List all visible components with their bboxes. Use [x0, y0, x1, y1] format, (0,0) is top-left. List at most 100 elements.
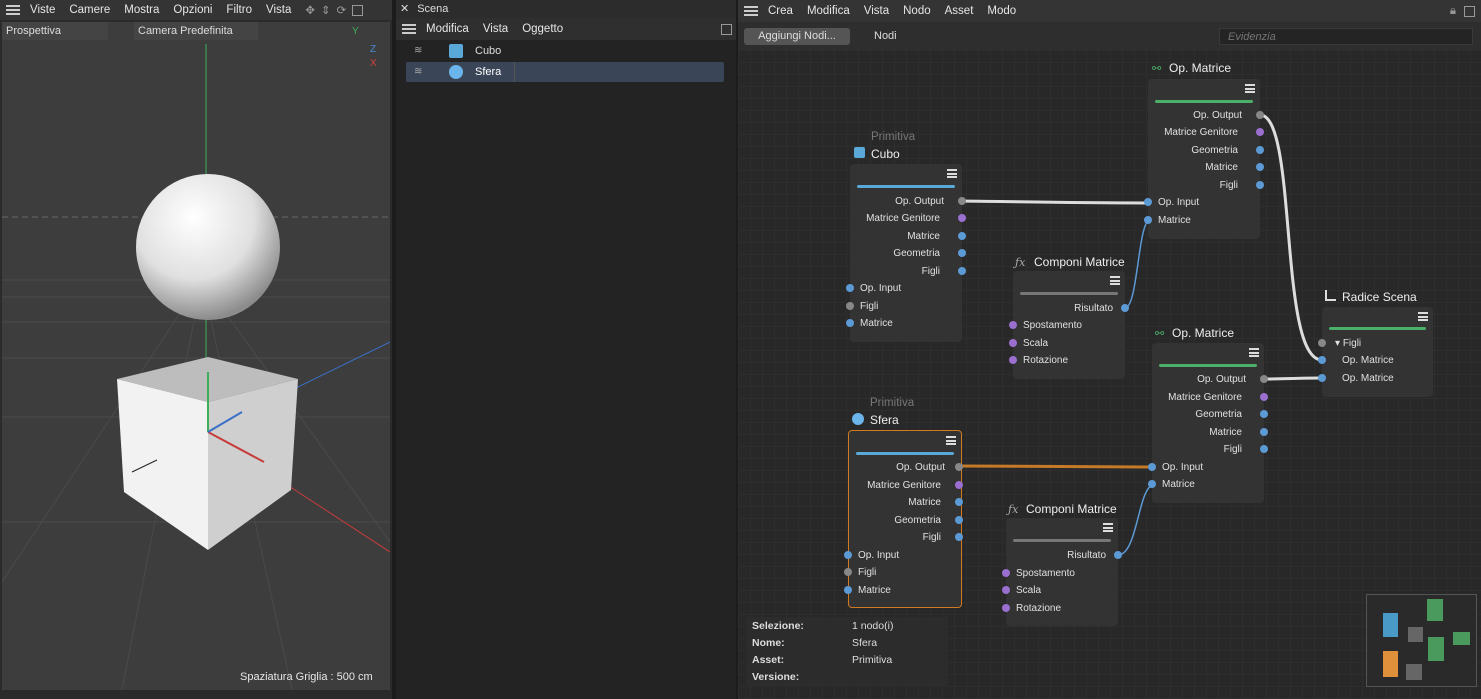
input-port[interactable]	[1148, 463, 1156, 471]
scene-panel: ✕ Scena Modifica Vista Oggetto ≋ Cubo ≋ S…	[396, 0, 736, 699]
output-port[interactable]	[1260, 428, 1268, 436]
minimap-node	[1427, 599, 1443, 621]
input-port[interactable]	[1144, 198, 1152, 206]
output-port[interactable]	[955, 481, 963, 489]
input-port[interactable]	[1318, 339, 1326, 347]
menu-vista[interactable]: Vista	[266, 4, 291, 16]
menu-viste[interactable]: Viste	[30, 4, 55, 16]
output-port[interactable]	[1260, 393, 1268, 401]
node-menu-icon[interactable]	[946, 436, 956, 445]
layer-icon: ≋	[414, 66, 423, 77]
maximize-view-icon[interactable]	[352, 4, 364, 16]
componi-matrice-node[interactable]: Risultato Spostamento Scala Rotazione	[1009, 271, 1129, 379]
scene-title: Scena	[417, 3, 449, 15]
node-menu-icon[interactable]	[1110, 276, 1120, 285]
node-title: Op. Matrice	[1169, 61, 1232, 75]
close-icon[interactable]: ✕	[400, 3, 409, 15]
input-port[interactable]	[1002, 586, 1010, 594]
input-port[interactable]	[846, 302, 854, 310]
output-port[interactable]	[958, 267, 966, 275]
port-label: Figli	[922, 532, 941, 543]
input-port[interactable]	[846, 319, 854, 327]
port-label: Scala	[1023, 338, 1049, 349]
scale-icon[interactable]: ⇕	[321, 3, 331, 17]
node-title: Radice Scena	[1342, 290, 1417, 304]
rotate-icon[interactable]: ⟳	[337, 3, 347, 17]
input-port[interactable]	[1009, 321, 1017, 329]
input-port[interactable]	[1144, 216, 1152, 224]
input-port[interactable]	[1148, 480, 1156, 488]
menu-vista[interactable]: Vista	[483, 23, 508, 35]
menu-camere[interactable]: Camere	[69, 4, 110, 16]
input-port[interactable]	[1009, 356, 1017, 364]
output-port[interactable]	[955, 463, 963, 471]
node-menu-icon[interactable]	[1245, 84, 1255, 93]
axis-z-label: Z	[370, 44, 377, 55]
output-port[interactable]	[1256, 163, 1264, 171]
sphere-icon	[852, 413, 864, 425]
output-port[interactable]	[958, 232, 966, 240]
function-icon: ƒx	[1008, 503, 1019, 516]
move-icon[interactable]: ✥	[305, 3, 315, 17]
port-label: Op. Output	[896, 462, 945, 473]
node-menu-icon[interactable]	[1249, 348, 1259, 357]
componi-matrice-node[interactable]: Risultato Spostamento Scala Rotazione	[1002, 518, 1122, 626]
output-port[interactable]	[958, 249, 966, 257]
radice-scena-node[interactable]: ▾ Figli Op. Matrice Op. Matrice	[1318, 307, 1433, 397]
output-port[interactable]	[1256, 111, 1264, 119]
input-port[interactable]	[844, 551, 852, 559]
input-port[interactable]	[844, 586, 852, 594]
output-port[interactable]	[955, 516, 963, 524]
scene-root-icon	[1325, 290, 1336, 301]
axis-x-label: X	[370, 58, 377, 69]
output-port[interactable]	[1256, 128, 1264, 136]
op-matrice-node[interactable]: Op. Output Matrice Genitore Geometria Ma…	[1148, 343, 1268, 503]
sfera-node[interactable]: Op. Output Matrice Genitore Matrice Geom…	[844, 430, 963, 608]
input-port[interactable]	[1009, 339, 1017, 347]
output-port[interactable]	[955, 498, 963, 506]
expand-icon[interactable]	[721, 23, 732, 35]
node-menu-icon[interactable]	[947, 169, 957, 178]
port-label: Geometria	[1195, 409, 1242, 420]
input-port[interactable]	[1002, 604, 1010, 612]
output-port[interactable]	[1256, 146, 1264, 154]
sphere-icon	[449, 65, 463, 79]
cubo-node[interactable]: Op. Output Matrice Genitore Matrice Geom…	[846, 164, 966, 342]
input-port[interactable]	[1318, 356, 1326, 364]
menu-mostra[interactable]: Mostra	[124, 4, 159, 16]
output-port[interactable]	[958, 197, 966, 205]
port-label: Matrice	[1209, 427, 1242, 438]
output-port[interactable]	[958, 214, 966, 222]
menu-modifica[interactable]: Modifica	[426, 23, 469, 35]
menu-oggetto[interactable]: Oggetto	[522, 23, 563, 35]
output-port[interactable]	[1121, 304, 1129, 312]
output-port[interactable]	[1256, 181, 1264, 189]
port-label: Matrice	[858, 585, 891, 596]
input-port[interactable]	[1002, 569, 1010, 577]
input-port[interactable]	[846, 284, 854, 292]
node-menu-icon[interactable]	[1418, 312, 1428, 321]
list-item[interactable]: ≋ Cubo	[406, 42, 726, 61]
output-port[interactable]	[1260, 375, 1268, 383]
list-item[interactable]: ≋ Sfera	[406, 62, 724, 82]
input-port[interactable]	[1318, 374, 1326, 382]
output-port[interactable]	[955, 533, 963, 541]
node-menu-icon[interactable]	[1103, 523, 1113, 532]
hamburger-menu-icon[interactable]	[6, 5, 20, 15]
menu-filtro[interactable]: Filtro	[226, 4, 252, 16]
camera-selector[interactable]: Camera Predefinita	[134, 22, 258, 40]
op-matrice-node[interactable]: Op. Output Matrice Genitore Geometria Ma…	[1144, 79, 1264, 239]
port-label: Geometria	[893, 248, 940, 259]
port-label: Figli	[1223, 444, 1242, 455]
scene-menubar: Modifica Vista Oggetto	[396, 18, 736, 40]
3d-view[interactable]: Prospettiva Camera Predefinita Y Z X Spa…	[2, 22, 390, 690]
input-port[interactable]	[844, 568, 852, 576]
output-port[interactable]	[1114, 551, 1122, 559]
hamburger-menu-icon[interactable]	[402, 24, 416, 34]
output-port[interactable]	[1260, 445, 1268, 453]
output-port[interactable]	[1260, 410, 1268, 418]
node-minimap[interactable]	[1366, 594, 1477, 687]
view-mode-label[interactable]: Prospettiva	[2, 22, 108, 40]
port-label: Matrice	[1162, 479, 1195, 490]
menu-opzioni[interactable]: Opzioni	[173, 4, 212, 16]
